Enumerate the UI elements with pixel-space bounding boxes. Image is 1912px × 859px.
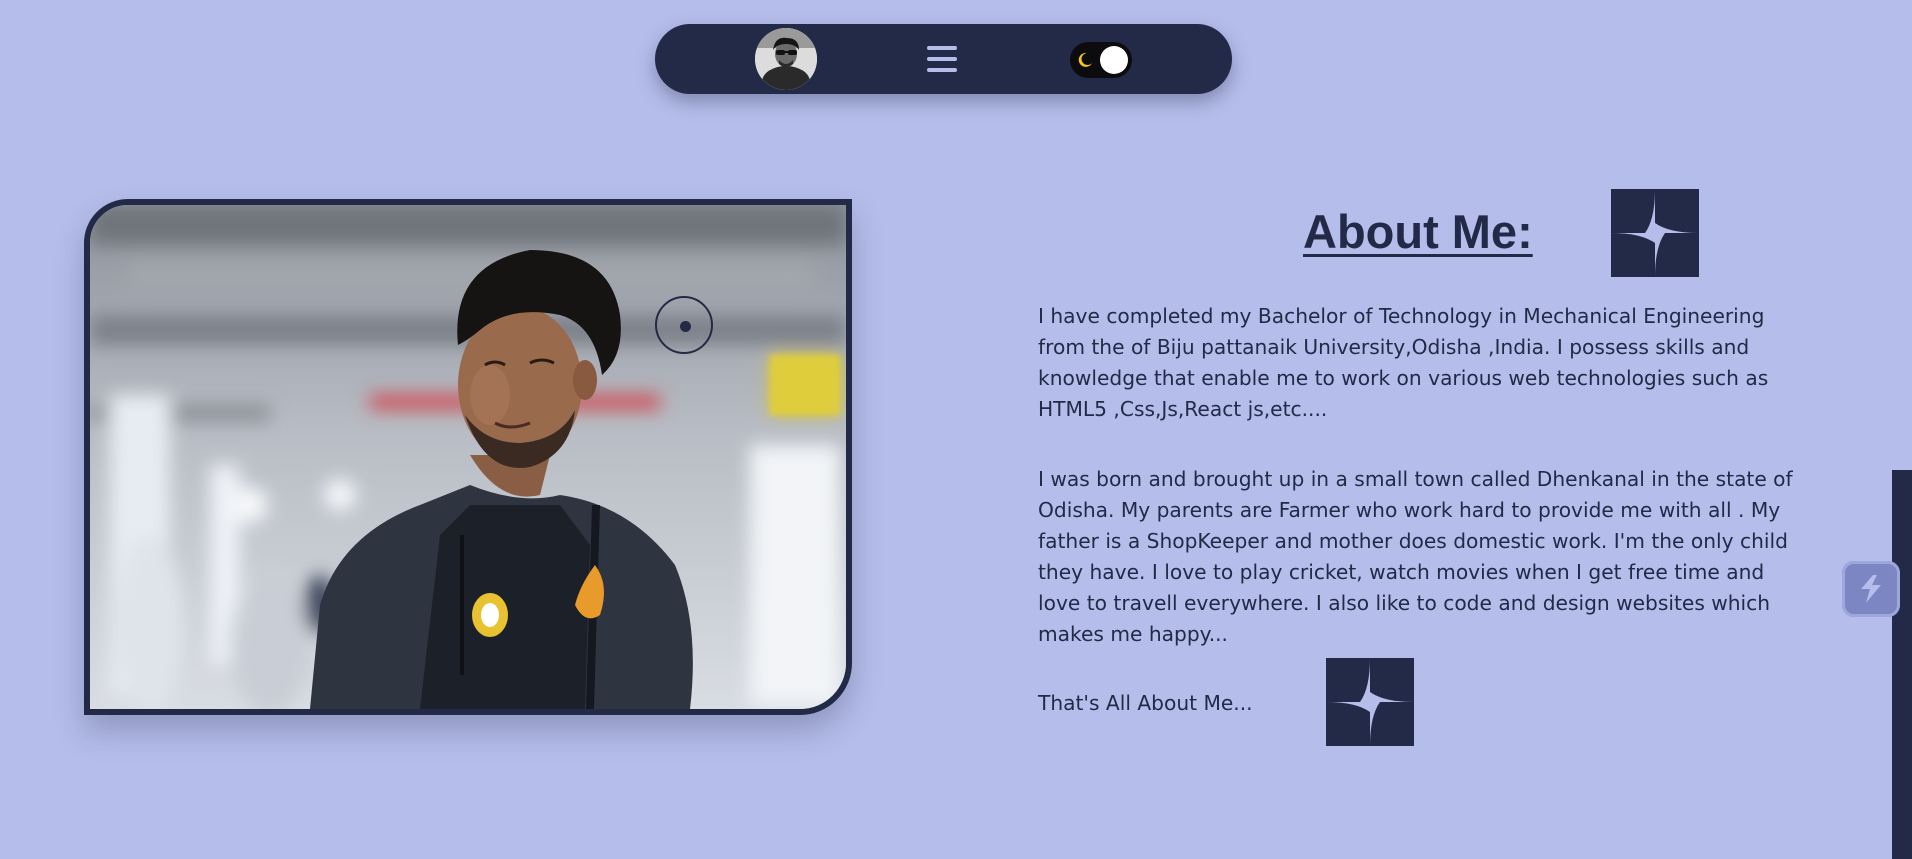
- hamburger-menu-icon[interactable]: [927, 45, 957, 73]
- about-paragraph-education: I have completed my Bachelor of Technolo…: [1038, 304, 1769, 421]
- scroll-progress-bar[interactable]: [1892, 470, 1912, 859]
- about-closing-text: That's All About Me...: [1038, 691, 1253, 715]
- avatar[interactable]: [755, 28, 817, 90]
- theme-toggle[interactable]: [1070, 42, 1132, 78]
- about-title: About Me:: [1303, 205, 1533, 258]
- about-paragraph-personal: I was born and brought up in a small tow…: [1038, 467, 1793, 646]
- toggle-knob: [1100, 46, 1128, 74]
- pinwheel-icon: [1326, 658, 1414, 750]
- pinwheel-icon: [1611, 189, 1699, 281]
- profile-photo: [84, 199, 852, 715]
- top-navbar: [655, 24, 1232, 94]
- moon-icon: [1076, 51, 1094, 73]
- custom-cursor-dot: [680, 321, 691, 332]
- side-widget-button[interactable]: [1842, 561, 1900, 617]
